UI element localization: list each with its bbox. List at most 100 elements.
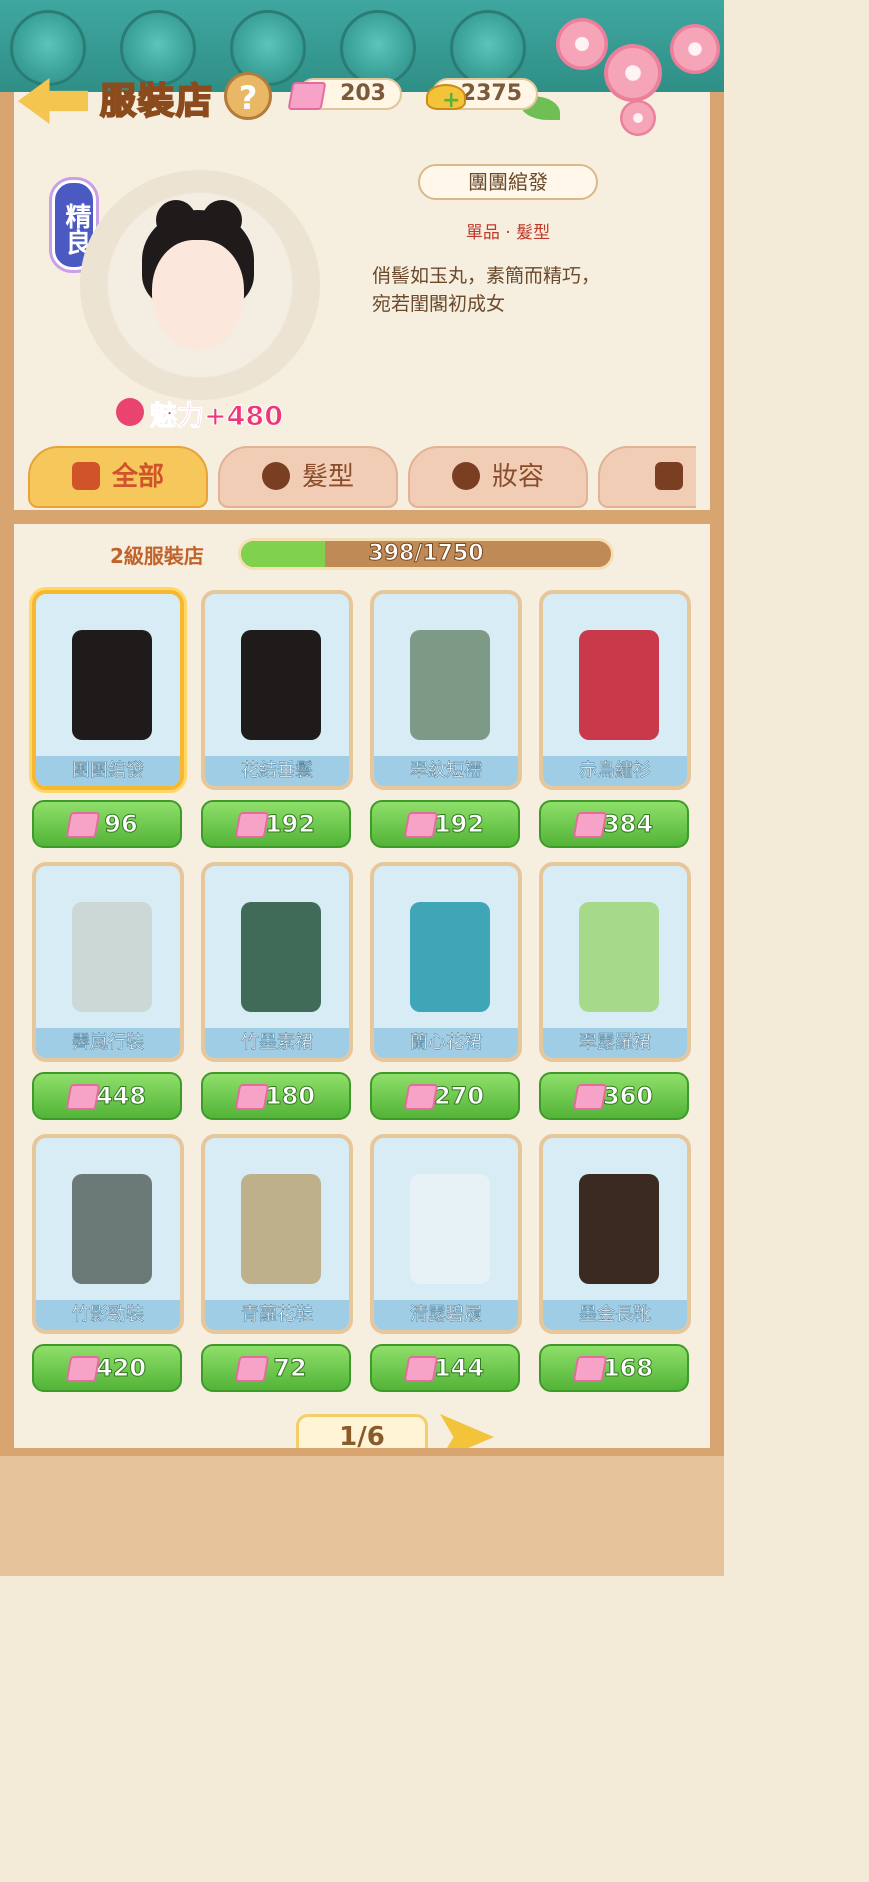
cloth-ticket-icon — [234, 1356, 270, 1382]
buy-button[interactable]: 72 — [201, 1344, 351, 1392]
item-price: 192 — [264, 810, 316, 839]
item-preview-image — [241, 1174, 321, 1284]
tab-all[interactable]: 全部 — [28, 446, 208, 508]
tab-label: 全部 — [111, 462, 164, 492]
buy-button[interactable]: 420 — [32, 1344, 182, 1392]
item-preview-image — [72, 1174, 152, 1284]
item-price: 168 — [602, 1354, 654, 1383]
item-card[interactable]: 竹墨素裙 — [201, 862, 353, 1062]
item-price: 180 — [264, 1082, 316, 1111]
tab-hair[interactable]: 髮型 — [218, 446, 398, 508]
buy-button[interactable]: 270 — [370, 1072, 520, 1120]
charm-value: 魅力+480 — [150, 401, 284, 433]
item-card[interactable]: 霽嵐行裝 — [32, 862, 184, 1062]
item-name: 墨金長靴 — [543, 1300, 687, 1330]
tab-label: 髮型 — [301, 462, 354, 492]
cloth-ticket-icon — [65, 1356, 101, 1382]
item-name: 赤鳥繡衫 — [543, 756, 687, 786]
item-description: 俏髻如玉丸，素簡而精巧， 宛若閨閣初成女 — [372, 262, 662, 318]
item-name: 翠紋短襦 — [374, 756, 518, 786]
cloth-ticket-icon — [65, 1084, 101, 1110]
description-line: 俏髻如玉丸，素簡而精巧， — [372, 265, 601, 287]
add-currency-icon[interactable]: + — [442, 88, 460, 113]
cloth-ticket-icon — [65, 812, 101, 838]
item-card[interactable]: 赤鳥繡衫 — [539, 590, 691, 790]
item-type: 單品 · 髮型 — [465, 223, 551, 243]
cloth-ticket-icon — [234, 812, 270, 838]
tab-top[interactable]: 上 — [598, 446, 696, 508]
hair-icon — [261, 462, 290, 490]
progress-text: 398/1750 — [368, 541, 484, 567]
bottom-frame — [0, 1448, 724, 1576]
buy-button[interactable]: 180 — [201, 1072, 351, 1120]
buy-button[interactable]: 168 — [539, 1344, 689, 1392]
item-card[interactable]: 翠紋短襦 — [370, 590, 522, 790]
item-price: 448 — [95, 1082, 147, 1111]
top-icon — [654, 462, 683, 490]
rose-icon — [116, 398, 144, 426]
item-name: 竹墨素裙 — [205, 1028, 349, 1058]
item-preview-image — [410, 1174, 490, 1284]
item-preview-image — [72, 630, 152, 740]
item-preview-image — [410, 902, 490, 1012]
item-preview-image — [241, 630, 321, 740]
item-preview-image — [579, 902, 659, 1012]
cloth-ticket-icon — [572, 1084, 608, 1110]
buy-button[interactable]: 96 — [32, 800, 182, 848]
buy-button[interactable]: 384 — [539, 800, 689, 848]
item-price: 420 — [95, 1354, 147, 1383]
item-card[interactable]: 清露碧履 — [370, 1134, 522, 1334]
panel-divider — [0, 510, 724, 524]
help-button[interactable]: ? — [224, 72, 272, 120]
item-price: 72 — [273, 1354, 307, 1383]
item-card[interactable]: 翠露羅裙 — [539, 862, 691, 1062]
tab-makeup[interactable]: 妝容 — [408, 446, 588, 508]
cloth-ticket-icon — [234, 1084, 270, 1110]
shop-level-label: 2級服裝店 — [110, 544, 204, 568]
hair-bun — [156, 200, 196, 240]
cloth-ticket-icon — [572, 1356, 608, 1382]
item-price: 384 — [602, 810, 654, 839]
item-card[interactable]: 青蘿花鞋 — [201, 1134, 353, 1334]
item-name-plate: 團團綰發 — [418, 164, 598, 200]
item-price: 360 — [602, 1082, 654, 1111]
hair-bun — [202, 200, 242, 240]
item-preview-image — [579, 1174, 659, 1284]
back-arrow-icon[interactable] — [18, 78, 88, 124]
item-card[interactable]: 團團綰發 — [32, 590, 184, 790]
face-preview — [152, 240, 244, 350]
item-card[interactable]: 竹影勁裝 — [32, 1134, 184, 1334]
cloth-ticket-icon — [403, 1084, 439, 1110]
tab-label: 上 — [695, 462, 696, 492]
item-card[interactable]: 花結垂鬟 — [201, 590, 353, 790]
item-name: 清露碧履 — [374, 1300, 518, 1330]
item-price: 192 — [433, 810, 485, 839]
tab-label: 妝容 — [491, 462, 544, 492]
cloth-ticket-icon — [403, 812, 439, 838]
item-price: 270 — [433, 1082, 485, 1111]
item-card[interactable]: 墨金長靴 — [539, 1134, 691, 1334]
page-title: 服裝店 — [99, 80, 215, 123]
item-name: 團團綰發 — [36, 756, 180, 786]
buy-button[interactable]: 360 — [539, 1072, 689, 1120]
cloth-ticket-icon — [287, 82, 327, 110]
shop-progress-bar: 398/1750 — [238, 538, 614, 570]
buy-button[interactable]: 448 — [32, 1072, 182, 1120]
item-name: 竹影勁裝 — [36, 1300, 180, 1330]
item-name: 花結垂鬟 — [205, 756, 349, 786]
item-preview-image — [72, 902, 152, 1012]
item-card[interactable]: 蘭心花裙 — [370, 862, 522, 1062]
item-preview-image — [410, 630, 490, 740]
item-price: 144 — [433, 1354, 485, 1383]
item-name: 翠露羅裙 — [543, 1028, 687, 1058]
buy-button[interactable]: 192 — [370, 800, 520, 848]
item-name: 蘭心花裙 — [374, 1028, 518, 1058]
buy-button[interactable]: 144 — [370, 1344, 520, 1392]
frame-icon — [71, 462, 100, 490]
item-name: 青蘿花鞋 — [205, 1300, 349, 1330]
top-bar: 服裝店 ? 203 2375 + — [0, 60, 724, 130]
item-price: 96 — [104, 810, 138, 839]
item-preview-image — [241, 902, 321, 1012]
buy-button[interactable]: 192 — [201, 800, 351, 848]
cloth-ticket-icon — [572, 812, 608, 838]
